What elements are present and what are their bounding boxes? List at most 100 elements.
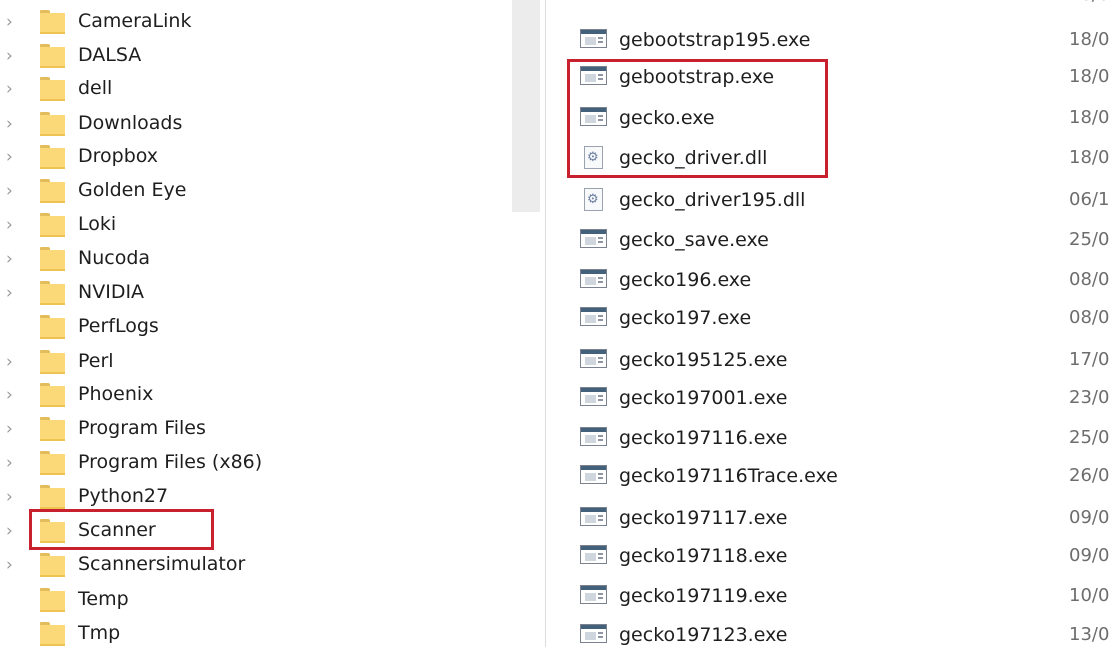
chevron-right-icon[interactable]: › xyxy=(6,352,22,372)
chevron-right-icon[interactable]: › xyxy=(6,419,22,439)
pane-divider[interactable] xyxy=(545,0,546,647)
application-exe-icon xyxy=(580,585,607,604)
folder-icon xyxy=(40,588,65,612)
folder-icon xyxy=(40,315,65,339)
file-name: gecko196.exe xyxy=(619,269,752,291)
tree-item-label: dell xyxy=(78,77,113,99)
chevron-right-icon[interactable]: › xyxy=(6,555,22,575)
file-date: 26/0 xyxy=(1069,465,1110,486)
tree-item-label: Loki xyxy=(78,213,117,235)
application-exe-icon xyxy=(580,545,607,564)
chevron-right-icon[interactable]: › xyxy=(6,521,22,541)
tree-item[interactable]: › NVIDIA xyxy=(0,277,470,311)
tree-item[interactable]: › Perl xyxy=(0,346,470,380)
file-date: 06/1 xyxy=(1069,189,1110,210)
chevron-right-icon[interactable]: › xyxy=(6,46,22,66)
file-date: 23/0 xyxy=(1069,387,1110,408)
tree-item-label: Phoenix xyxy=(78,383,154,405)
tree-item-label: Temp xyxy=(78,588,129,610)
tree-item[interactable]: › Nucoda xyxy=(0,243,470,277)
tree-item[interactable]: › Program Files (x86) xyxy=(0,447,470,481)
folder-icon xyxy=(40,622,65,646)
application-exe-icon xyxy=(580,269,607,288)
tree-item-label: Program Files xyxy=(78,417,206,439)
dll-file-icon: ⚙ xyxy=(584,188,603,211)
file-row[interactable]: gebootstrap195.exe 18/0 xyxy=(555,26,1119,56)
file-row[interactable]: gecko197116.exe 25/0 xyxy=(555,424,1119,454)
tree-item[interactable]: › Golden Eye xyxy=(0,175,470,209)
folder-icon xyxy=(40,417,65,441)
tree-item[interactable]: PerfLogs xyxy=(0,311,470,345)
chevron-right-icon[interactable]: › xyxy=(6,181,22,201)
file-row[interactable]: gecko197.exe 08/0 xyxy=(555,304,1119,334)
chevron-right-icon[interactable]: › xyxy=(6,385,22,405)
file-date: 10/0 xyxy=(1069,585,1110,606)
tree-item-label: Golden Eye xyxy=(78,179,187,201)
file-row[interactable]: gecko197117.exe 09/0 xyxy=(555,504,1119,534)
file-date: 18/0 xyxy=(1069,107,1110,128)
file-date: 09/0 xyxy=(1069,507,1110,528)
folder-icon xyxy=(40,10,65,34)
tree-item[interactable]: › Scannersimulator xyxy=(0,549,470,583)
chevron-right-icon[interactable]: › xyxy=(6,215,22,235)
file-row[interactable]: gecko197119.exe 10/0 xyxy=(555,582,1119,612)
folder-icon xyxy=(40,451,65,475)
file-date: 18/0 xyxy=(1069,66,1110,87)
folder-icon xyxy=(40,179,65,203)
tree-item[interactable]: Temp xyxy=(0,584,470,618)
file-name: gecko197117.exe xyxy=(619,507,788,529)
application-exe-icon xyxy=(580,427,607,446)
tree-item-label: Python27 xyxy=(78,485,169,507)
chevron-right-icon[interactable]: › xyxy=(6,147,22,167)
application-exe-icon xyxy=(580,465,607,484)
folder-icon xyxy=(40,145,65,169)
folder-icon xyxy=(40,383,65,407)
tree-item[interactable]: › dell xyxy=(0,73,470,107)
folder-icon xyxy=(40,213,65,237)
file-name: gecko197116Trace.exe xyxy=(619,465,838,487)
tree-item[interactable]: › CameraLink xyxy=(0,6,470,40)
tree-item[interactable]: › Program Files xyxy=(0,413,470,447)
scrollbar-thumb[interactable] xyxy=(512,0,540,212)
tree-item-label: Downloads xyxy=(78,112,183,134)
folder-icon xyxy=(40,247,65,271)
file-date: 08/0 xyxy=(1069,269,1110,290)
file-row[interactable]: ⚙ gecko_driver195.dll 06/1 xyxy=(555,186,1119,216)
file-name: gecko197116.exe xyxy=(619,427,788,449)
file-date: 17/0 xyxy=(1069,349,1110,370)
folder-icon xyxy=(40,281,65,305)
tree-item-label: Tmp xyxy=(78,622,121,644)
file-row[interactable]: gecko197001.exe 23/0 xyxy=(555,384,1119,414)
file-name: gecko197001.exe xyxy=(619,387,788,409)
chevron-right-icon[interactable]: › xyxy=(6,283,22,303)
tree-item[interactable]: › DALSA xyxy=(0,40,470,74)
chevron-right-icon[interactable]: › xyxy=(6,249,22,269)
file-name: gecko197119.exe xyxy=(619,585,788,607)
tree-item-label: Nucoda xyxy=(78,247,151,269)
tree-item-label: DALSA xyxy=(78,44,142,66)
tree-item-label: Scannersimulator xyxy=(78,553,246,575)
file-row[interactable]: gecko_save.exe 25/0 xyxy=(555,226,1119,256)
application-exe-icon xyxy=(580,624,607,643)
file-row[interactable]: gecko195125.exe 17/0 xyxy=(555,346,1119,376)
tree-item[interactable]: › Phoenix xyxy=(0,379,470,413)
chevron-right-icon[interactable]: › xyxy=(6,487,22,507)
tree-item[interactable]: › Loki xyxy=(0,209,470,243)
chevron-right-icon[interactable]: › xyxy=(6,114,22,134)
chevron-right-icon[interactable]: › xyxy=(6,12,22,32)
file-date: 18/0 xyxy=(1069,147,1110,168)
file-row[interactable]: gecko197116Trace.exe 26/0 xyxy=(555,462,1119,492)
file-name: gecko197.exe xyxy=(619,307,752,329)
scanner-highlight-box xyxy=(29,509,214,550)
tree-item-label: Dropbox xyxy=(78,145,159,167)
application-exe-icon xyxy=(580,29,607,48)
tree-item[interactable]: › Downloads xyxy=(0,108,470,142)
application-exe-icon xyxy=(580,507,607,526)
file-row[interactable]: gecko197118.exe 09/0 xyxy=(555,542,1119,572)
file-row[interactable]: gecko196.exe 08/0 xyxy=(555,266,1119,296)
file-name: gecko197123.exe xyxy=(619,624,788,646)
chevron-right-icon[interactable]: › xyxy=(6,79,22,99)
tree-item[interactable]: › Dropbox xyxy=(0,141,470,175)
file-name: gebootstrap195.exe xyxy=(619,29,811,51)
chevron-right-icon[interactable]: › xyxy=(6,453,22,473)
